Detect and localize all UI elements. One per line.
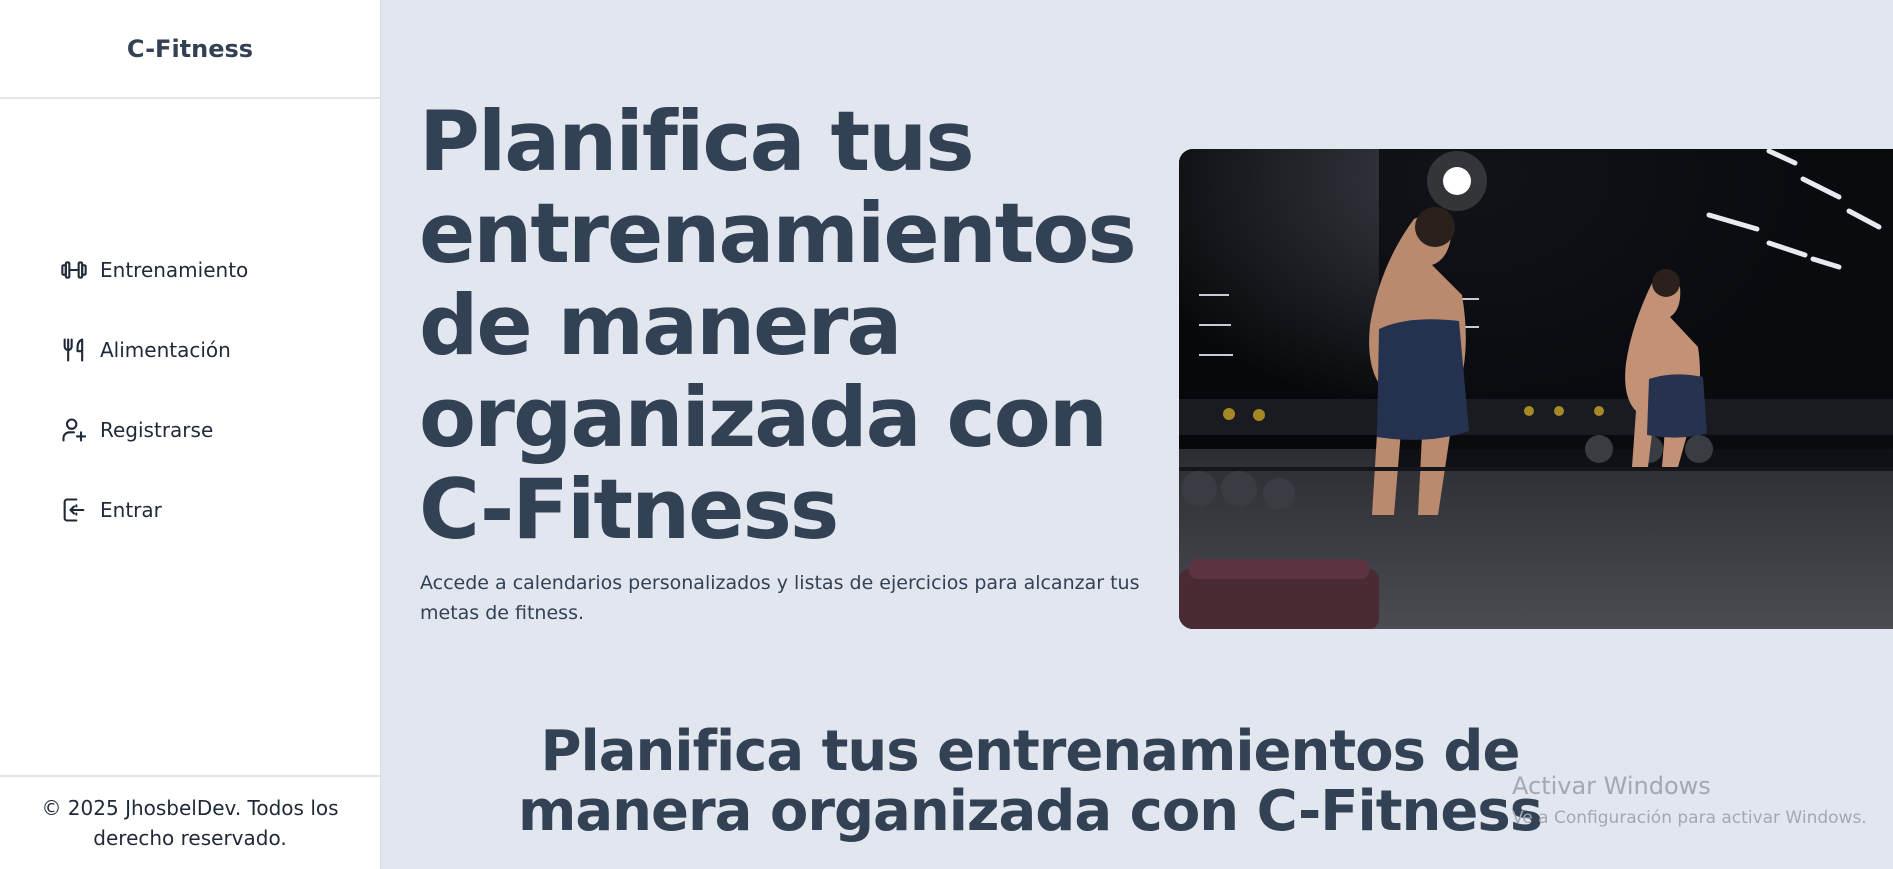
utensils-icon <box>63 338 84 362</box>
hero-title: Planifica tus entrenamientos de manera o… <box>419 93 1137 558</box>
user-plus-icon <box>62 418 87 442</box>
brand-logo[interactable]: C-Fitness <box>0 0 380 99</box>
watermark-subtitle: Ve a Configuración para activar Windows. <box>1512 808 1867 828</box>
watermark-title: Activar Windows <box>1512 772 1711 800</box>
sidebar-item-entrenamiento[interactable]: Entrenamiento <box>60 248 248 292</box>
sidebar-item-label: Registrarse <box>100 418 214 442</box>
sidebar-item-entrar[interactable]: Entrar <box>60 488 248 532</box>
login-icon <box>63 498 85 522</box>
dumbbell-icon <box>61 261 87 279</box>
sidebar-nav: Entrenamiento Alimentación Registrarse E… <box>60 248 248 568</box>
gym-photo-illustration <box>1179 149 1893 629</box>
sidebar: C-Fitness Entrenamiento Alimentación Reg… <box>0 0 381 869</box>
sidebar-item-registrarse[interactable]: Registrarse <box>60 408 248 452</box>
sidebar-item-label: Entrar <box>100 498 162 522</box>
sidebar-item-label: Entrenamiento <box>100 258 249 282</box>
windows-activation-watermark: Activar Windows Ve a Configuración para … <box>1512 772 1867 828</box>
sidebar-item-alimentacion[interactable]: Alimentación <box>60 328 248 372</box>
section-title: Planifica tus entrenamientos de manera o… <box>517 719 1543 844</box>
main-content: Planifica tus entrenamientos de manera o… <box>380 0 1893 869</box>
sidebar-item-label: Alimentación <box>100 338 231 362</box>
hero-subtitle: Accede a calendarios personalizados y li… <box>420 572 1140 624</box>
sidebar-footer: © 2025 JhosbelDev. Todos los derecho res… <box>0 775 380 869</box>
hero-image <box>1179 149 1893 629</box>
copyright-text: © 2025 JhosbelDev. Todos los derecho res… <box>41 796 339 850</box>
